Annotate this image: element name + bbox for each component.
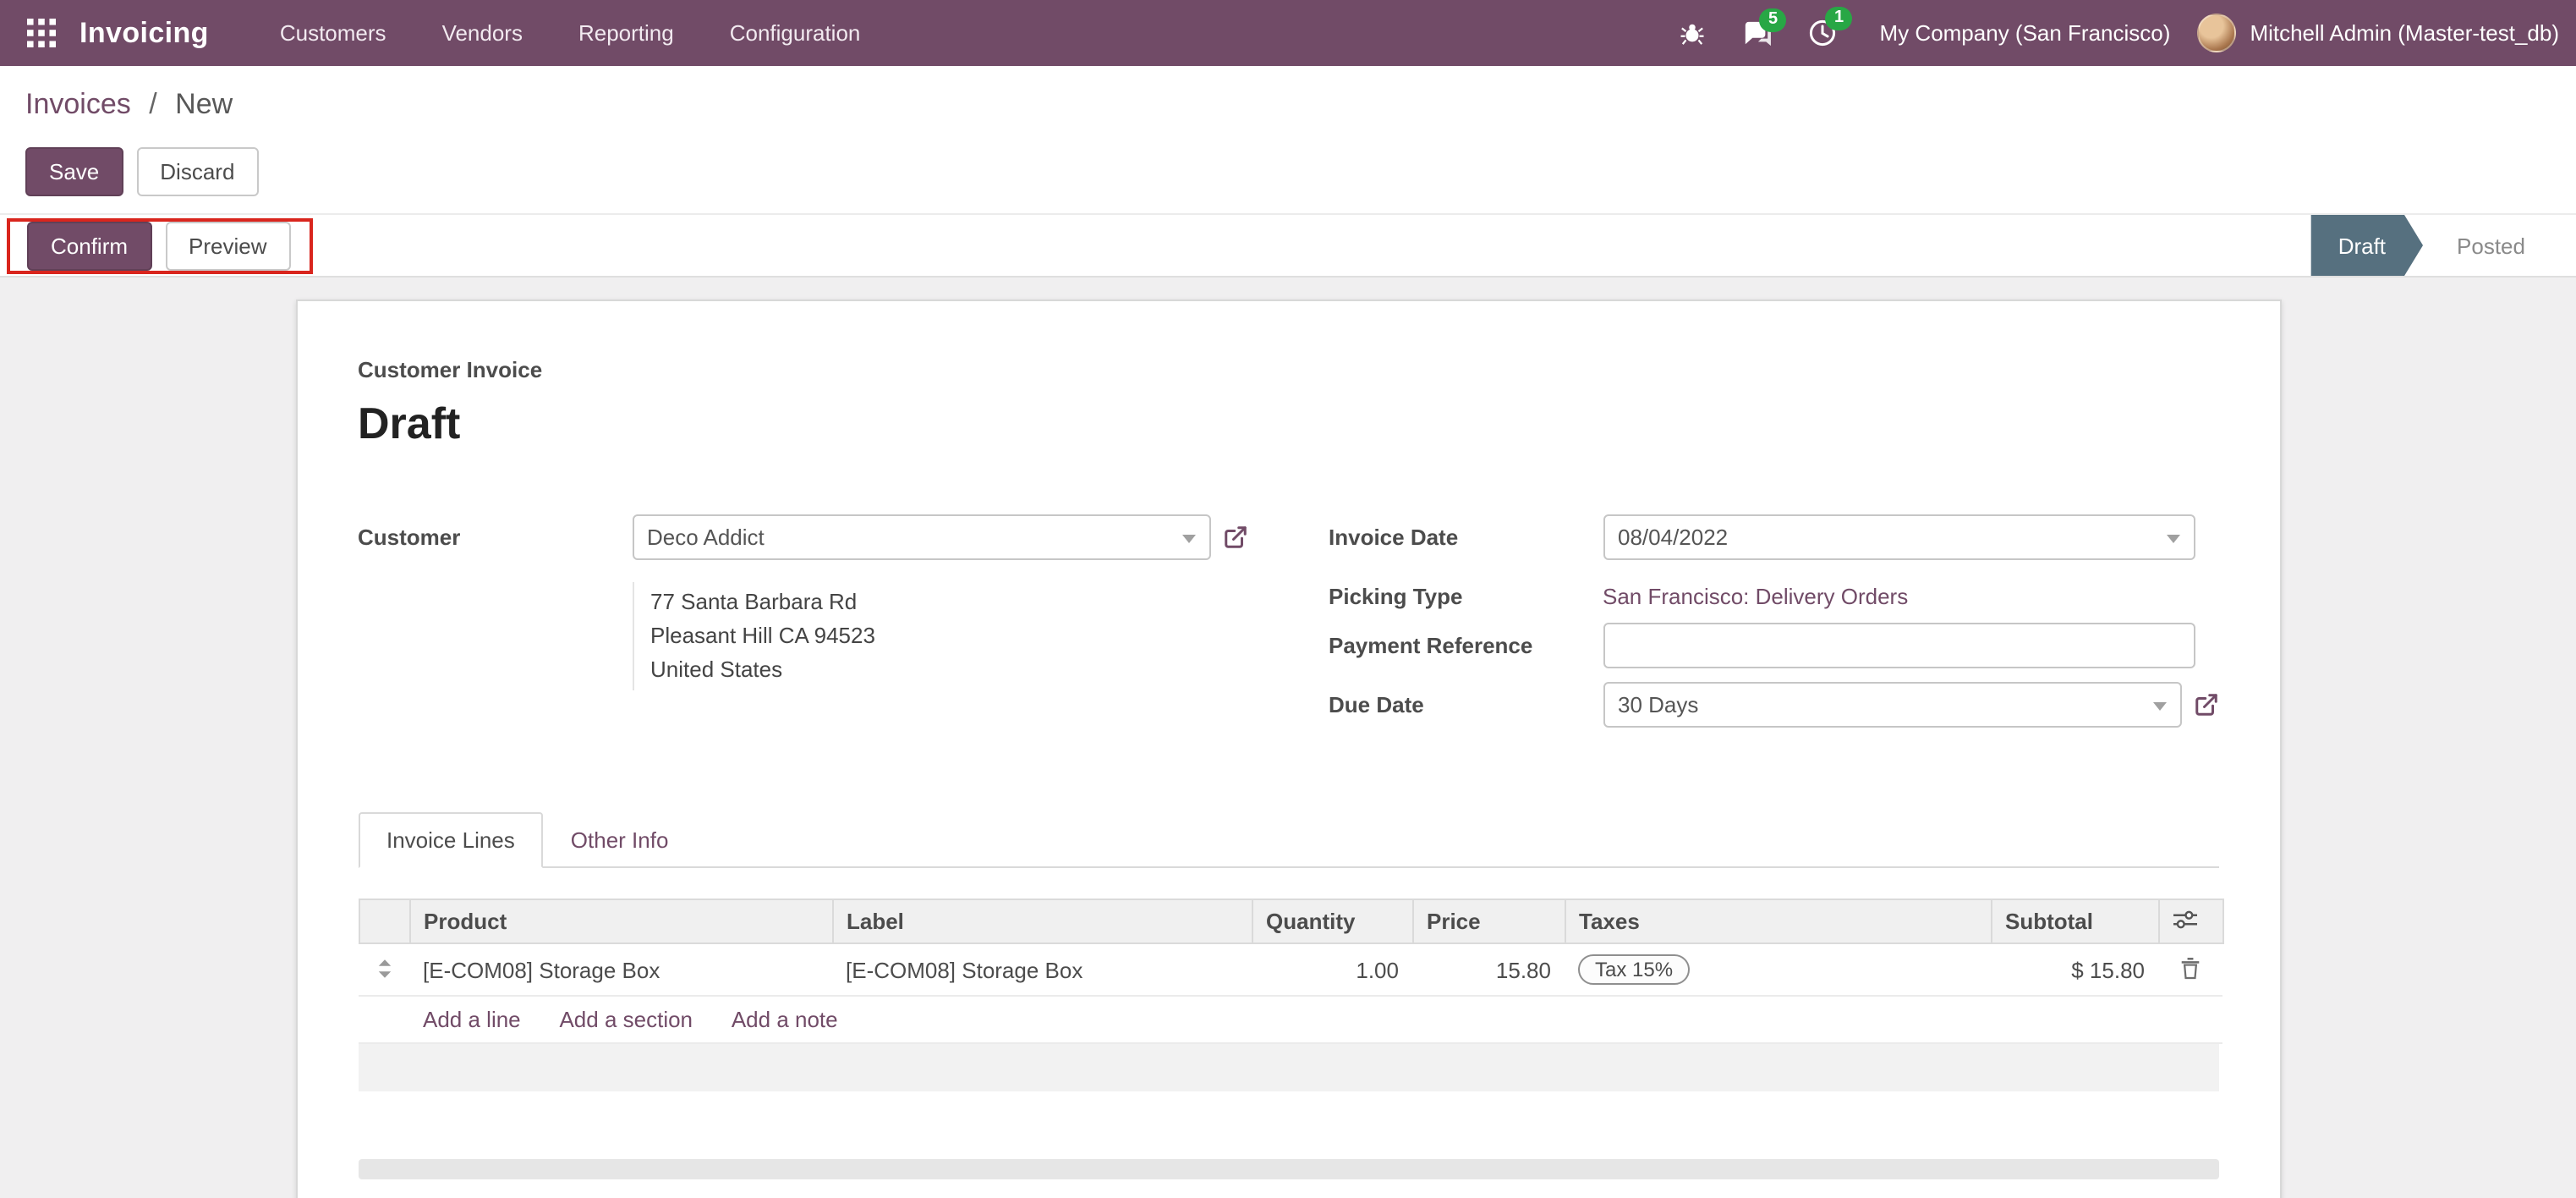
user-menu[interactable]: Mitchell Admin (Master-test_db) bbox=[2250, 20, 2559, 46]
menu-reporting[interactable]: Reporting bbox=[578, 14, 674, 52]
column-header-subtotal[interactable]: Subtotal bbox=[1990, 898, 2159, 944]
user-avatar[interactable] bbox=[2197, 14, 2237, 52]
add-a-section-link[interactable]: Add a section bbox=[559, 1007, 693, 1032]
line-price-cell[interactable]: 15.80 bbox=[1412, 943, 1565, 997]
status-step-posted[interactable]: Posted bbox=[2430, 215, 2552, 276]
payment-reference-label: Payment Reference bbox=[1329, 633, 1533, 658]
customer-input[interactable] bbox=[632, 514, 1210, 560]
line-label-cell[interactable]: [E-COM08] Storage Box bbox=[832, 943, 1252, 997]
drag-handle-icon[interactable] bbox=[359, 943, 409, 997]
save-button[interactable]: Save bbox=[25, 147, 123, 196]
payment-reference-input[interactable] bbox=[1603, 623, 2195, 668]
breadcrumb-separator: / bbox=[149, 88, 157, 120]
add-a-note-link[interactable]: Add a note bbox=[732, 1007, 838, 1032]
empty-row-stripe bbox=[358, 1044, 2218, 1091]
breadcrumb-current: New bbox=[175, 88, 233, 120]
main-menu: Customers Vendors Reporting Configuratio… bbox=[280, 14, 861, 52]
activities-clock-icon[interactable]: 1 bbox=[1809, 7, 1853, 47]
status-step-draft[interactable]: Draft bbox=[2311, 215, 2423, 276]
app-name[interactable]: Invoicing bbox=[79, 16, 209, 50]
activities-count-badge: 1 bbox=[1825, 7, 1853, 30]
due-date-external-link-icon[interactable] bbox=[2193, 692, 2218, 717]
top-navbar: Invoicing Customers Vendors Reporting Co… bbox=[0, 0, 2576, 66]
screen: Invoicing Customers Vendors Reporting Co… bbox=[0, 0, 2576, 1198]
form-fields: Customer Deco Addict 77 Santa Barbara Rd… bbox=[358, 514, 2218, 741]
company-switcher[interactable]: My Company (San Francisco) bbox=[1880, 20, 2171, 46]
customer-label: Customer bbox=[358, 525, 461, 550]
column-header-price[interactable]: Price bbox=[1411, 898, 1565, 944]
document-state-title: Draft bbox=[358, 398, 461, 448]
statusbar-row: Confirm Preview Draft Posted bbox=[0, 213, 2576, 278]
tab-invoice-lines[interactable]: Invoice Lines bbox=[358, 812, 544, 868]
due-date-input[interactable] bbox=[1603, 682, 2181, 728]
menu-configuration[interactable]: Configuration bbox=[730, 14, 861, 52]
picking-type-label: Picking Type bbox=[1329, 584, 1463, 609]
menu-customers[interactable]: Customers bbox=[280, 14, 386, 52]
customer-address: 77 Santa Barbara Rd Pleasant Hill CA 945… bbox=[632, 582, 1247, 690]
confirm-button[interactable]: Confirm bbox=[27, 221, 152, 270]
tab-other-info[interactable]: Other Info bbox=[544, 814, 696, 866]
status-pipeline: Draft Posted bbox=[2311, 215, 2552, 276]
debug-bug-icon[interactable] bbox=[1680, 20, 1706, 46]
address-line-street: 77 Santa Barbara Rd bbox=[650, 589, 858, 614]
delete-line-icon[interactable] bbox=[2180, 955, 2201, 979]
invoice-date-input[interactable] bbox=[1603, 514, 2195, 560]
table-add-links-row: Add a line Add a section Add a note bbox=[359, 996, 2222, 1044]
column-header-taxes[interactable]: Taxes bbox=[1564, 898, 1992, 944]
breadcrumb: Invoices / New bbox=[0, 66, 2576, 130]
messages-icon[interactable]: 5 bbox=[1743, 8, 1787, 47]
address-line-city: Pleasant Hill CA 94523 bbox=[650, 623, 875, 648]
customer-external-link-icon[interactable] bbox=[1222, 525, 1247, 550]
invoice-line-row[interactable]: [E-COM08] Storage Box [E-COM08] Storage … bbox=[359, 943, 2222, 997]
optional-columns-icon[interactable] bbox=[2157, 898, 2223, 944]
apps-grid-icon[interactable] bbox=[20, 12, 63, 54]
horizontal-scrollbar[interactable] bbox=[358, 1159, 2218, 1179]
add-a-line-link[interactable]: Add a line bbox=[423, 1007, 521, 1032]
menu-vendors[interactable]: Vendors bbox=[442, 14, 523, 52]
messages-count-badge: 5 bbox=[1759, 8, 1787, 31]
notebook-tabs: Invoice Lines Other Info bbox=[358, 812, 2218, 868]
line-taxes-cell[interactable]: Tax 15% bbox=[1565, 943, 1991, 997]
preview-button[interactable]: Preview bbox=[165, 221, 291, 270]
line-quantity-cell[interactable]: 1.00 bbox=[1252, 943, 1412, 997]
due-date-label: Due Date bbox=[1329, 692, 1424, 717]
discard-button[interactable]: Discard bbox=[136, 147, 259, 196]
record-actions: Save Discard bbox=[0, 130, 2576, 213]
line-subtotal-cell: $ 15.80 bbox=[1991, 943, 2158, 997]
column-header-product[interactable]: Product bbox=[408, 898, 833, 944]
invoice-date-label: Invoice Date bbox=[1329, 525, 1459, 550]
column-header-quantity[interactable]: Quantity bbox=[1251, 898, 1413, 944]
empty-row bbox=[358, 1091, 2218, 1135]
line-product-cell[interactable]: [E-COM08] Storage Box bbox=[409, 943, 832, 997]
document-type-label: Customer Invoice bbox=[358, 357, 543, 382]
table-header-row: Product Label Quantity Price Taxes Subto… bbox=[358, 898, 2223, 944]
invoice-form-sheet: Customer Invoice Draft Customer Deco Add… bbox=[295, 300, 2281, 1198]
picking-type-link[interactable]: San Francisco: Delivery Orders bbox=[1603, 574, 2218, 609]
handle-column-header bbox=[358, 898, 410, 944]
address-line-country: United States bbox=[650, 657, 783, 682]
content-area: Customer Invoice Draft Customer Deco Add… bbox=[0, 278, 2576, 1198]
invoice-lines-table: Product Label Quantity Price Taxes Subto… bbox=[358, 898, 2223, 1044]
breadcrumb-invoices-link[interactable]: Invoices bbox=[25, 88, 131, 120]
column-header-label[interactable]: Label bbox=[831, 898, 1252, 944]
tax-tag[interactable]: Tax 15% bbox=[1578, 954, 1691, 985]
